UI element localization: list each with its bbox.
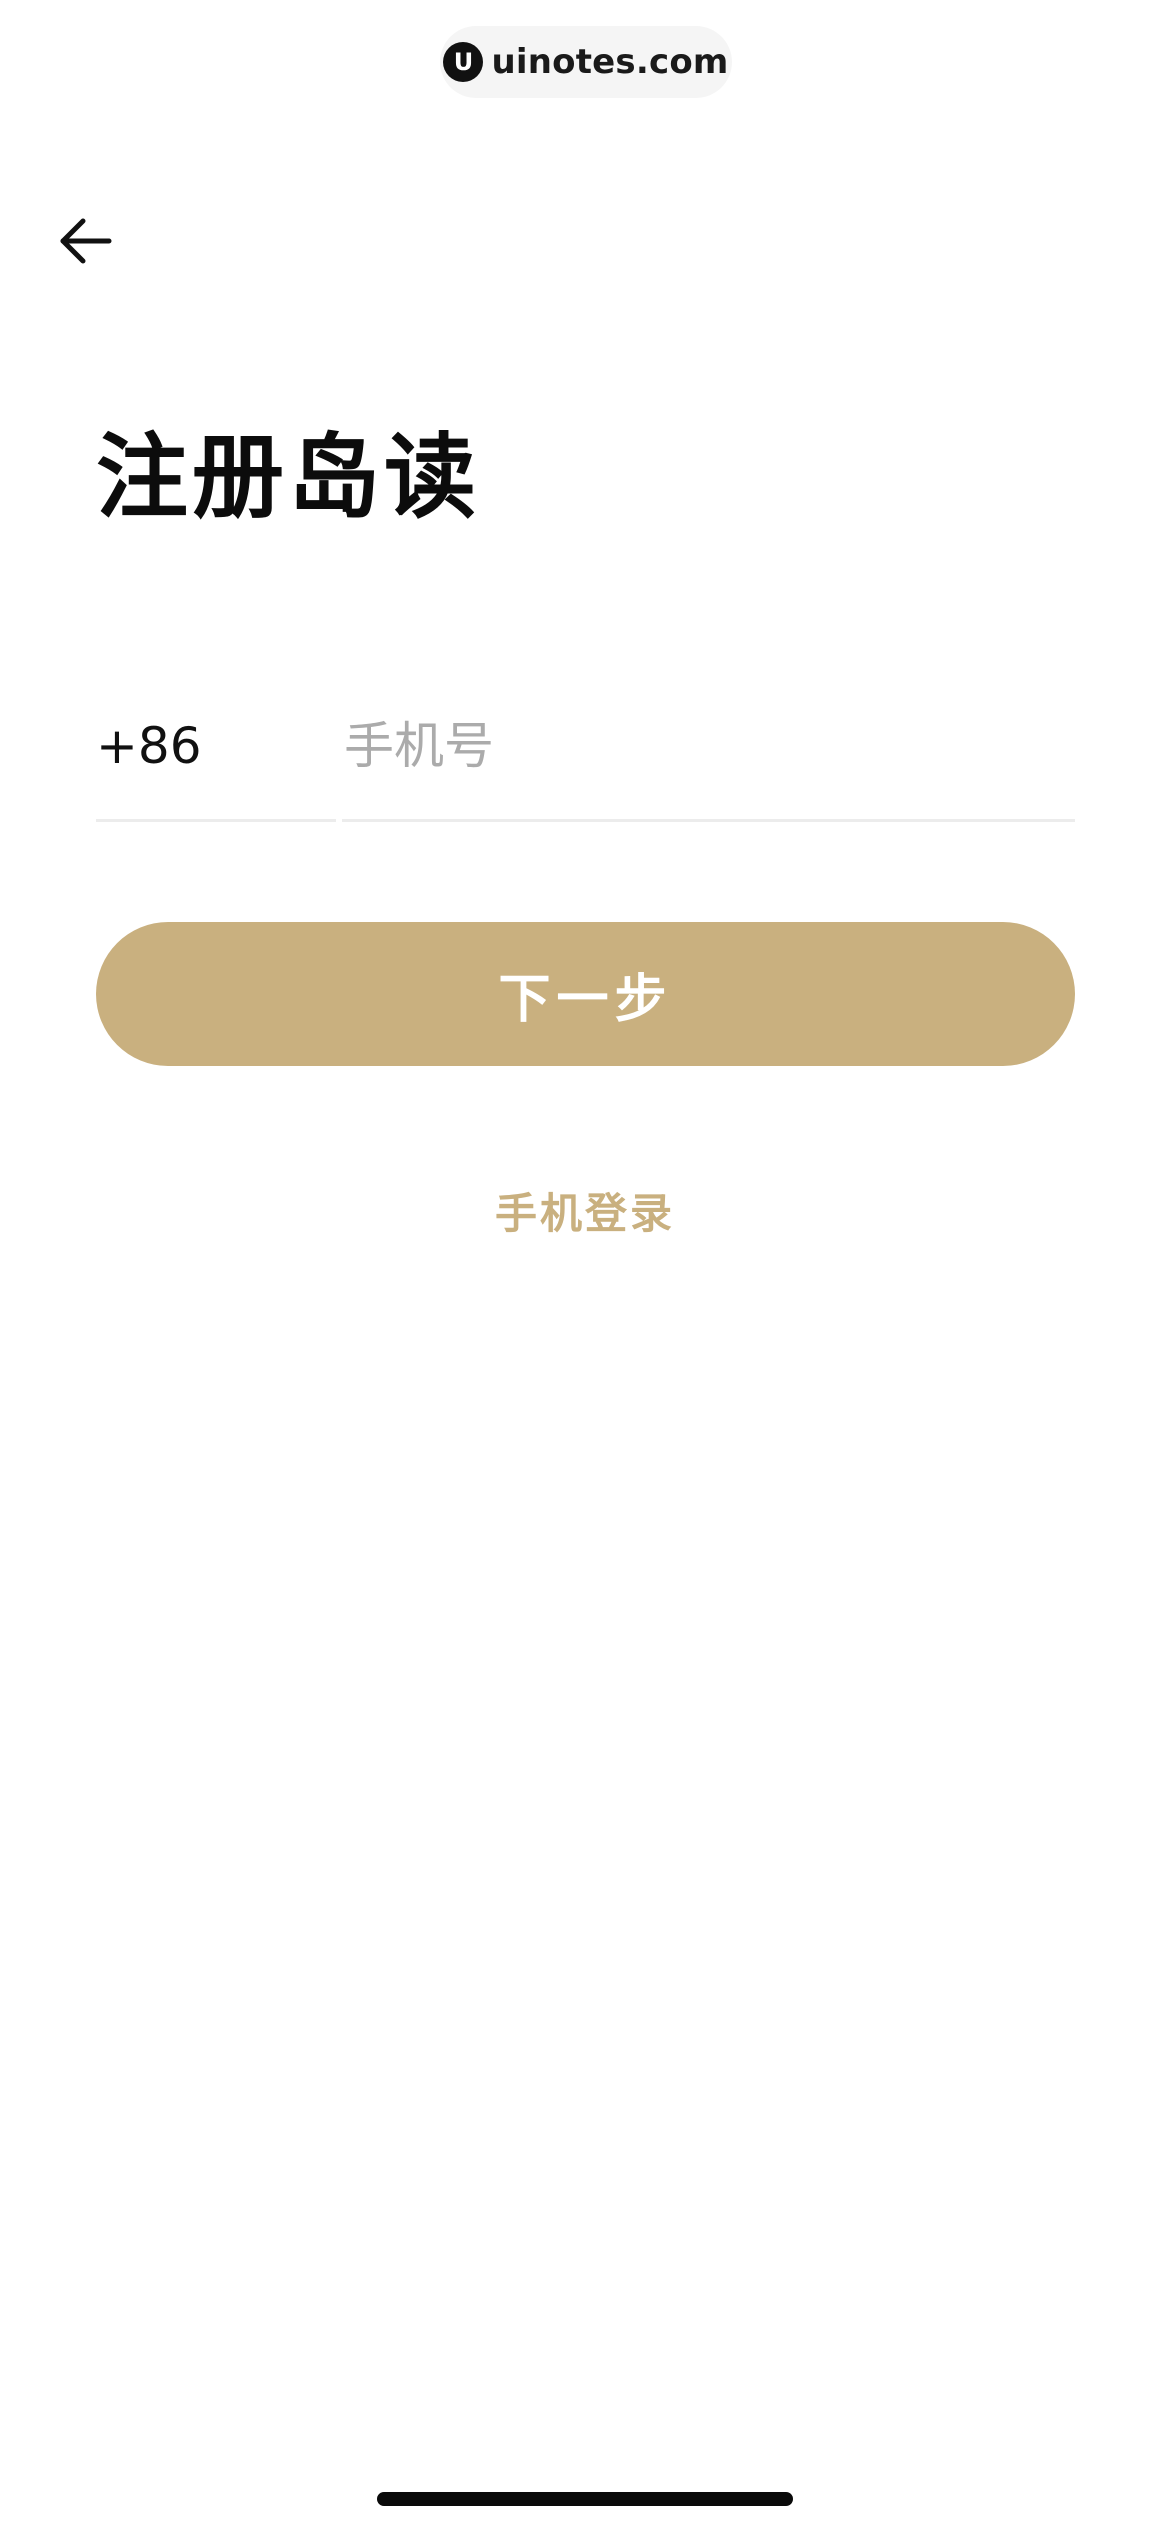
back-button[interactable] <box>40 196 130 286</box>
home-indicator <box>377 2492 793 2506</box>
page-title: 注册岛读 <box>96 424 481 531</box>
arrow-left-icon <box>60 218 112 264</box>
country-code-selector[interactable]: +86 <box>96 690 336 822</box>
watermark-badge: U uinotes.com <box>440 26 732 98</box>
watermark-logo-icon: U <box>443 42 484 82</box>
watermark-text: uinotes.com <box>491 42 729 82</box>
phone-number-input[interactable] <box>342 690 1075 822</box>
phone-login-link[interactable]: 手机登录 <box>0 1180 1170 1241</box>
next-button[interactable]: 下一步 <box>96 922 1075 1066</box>
